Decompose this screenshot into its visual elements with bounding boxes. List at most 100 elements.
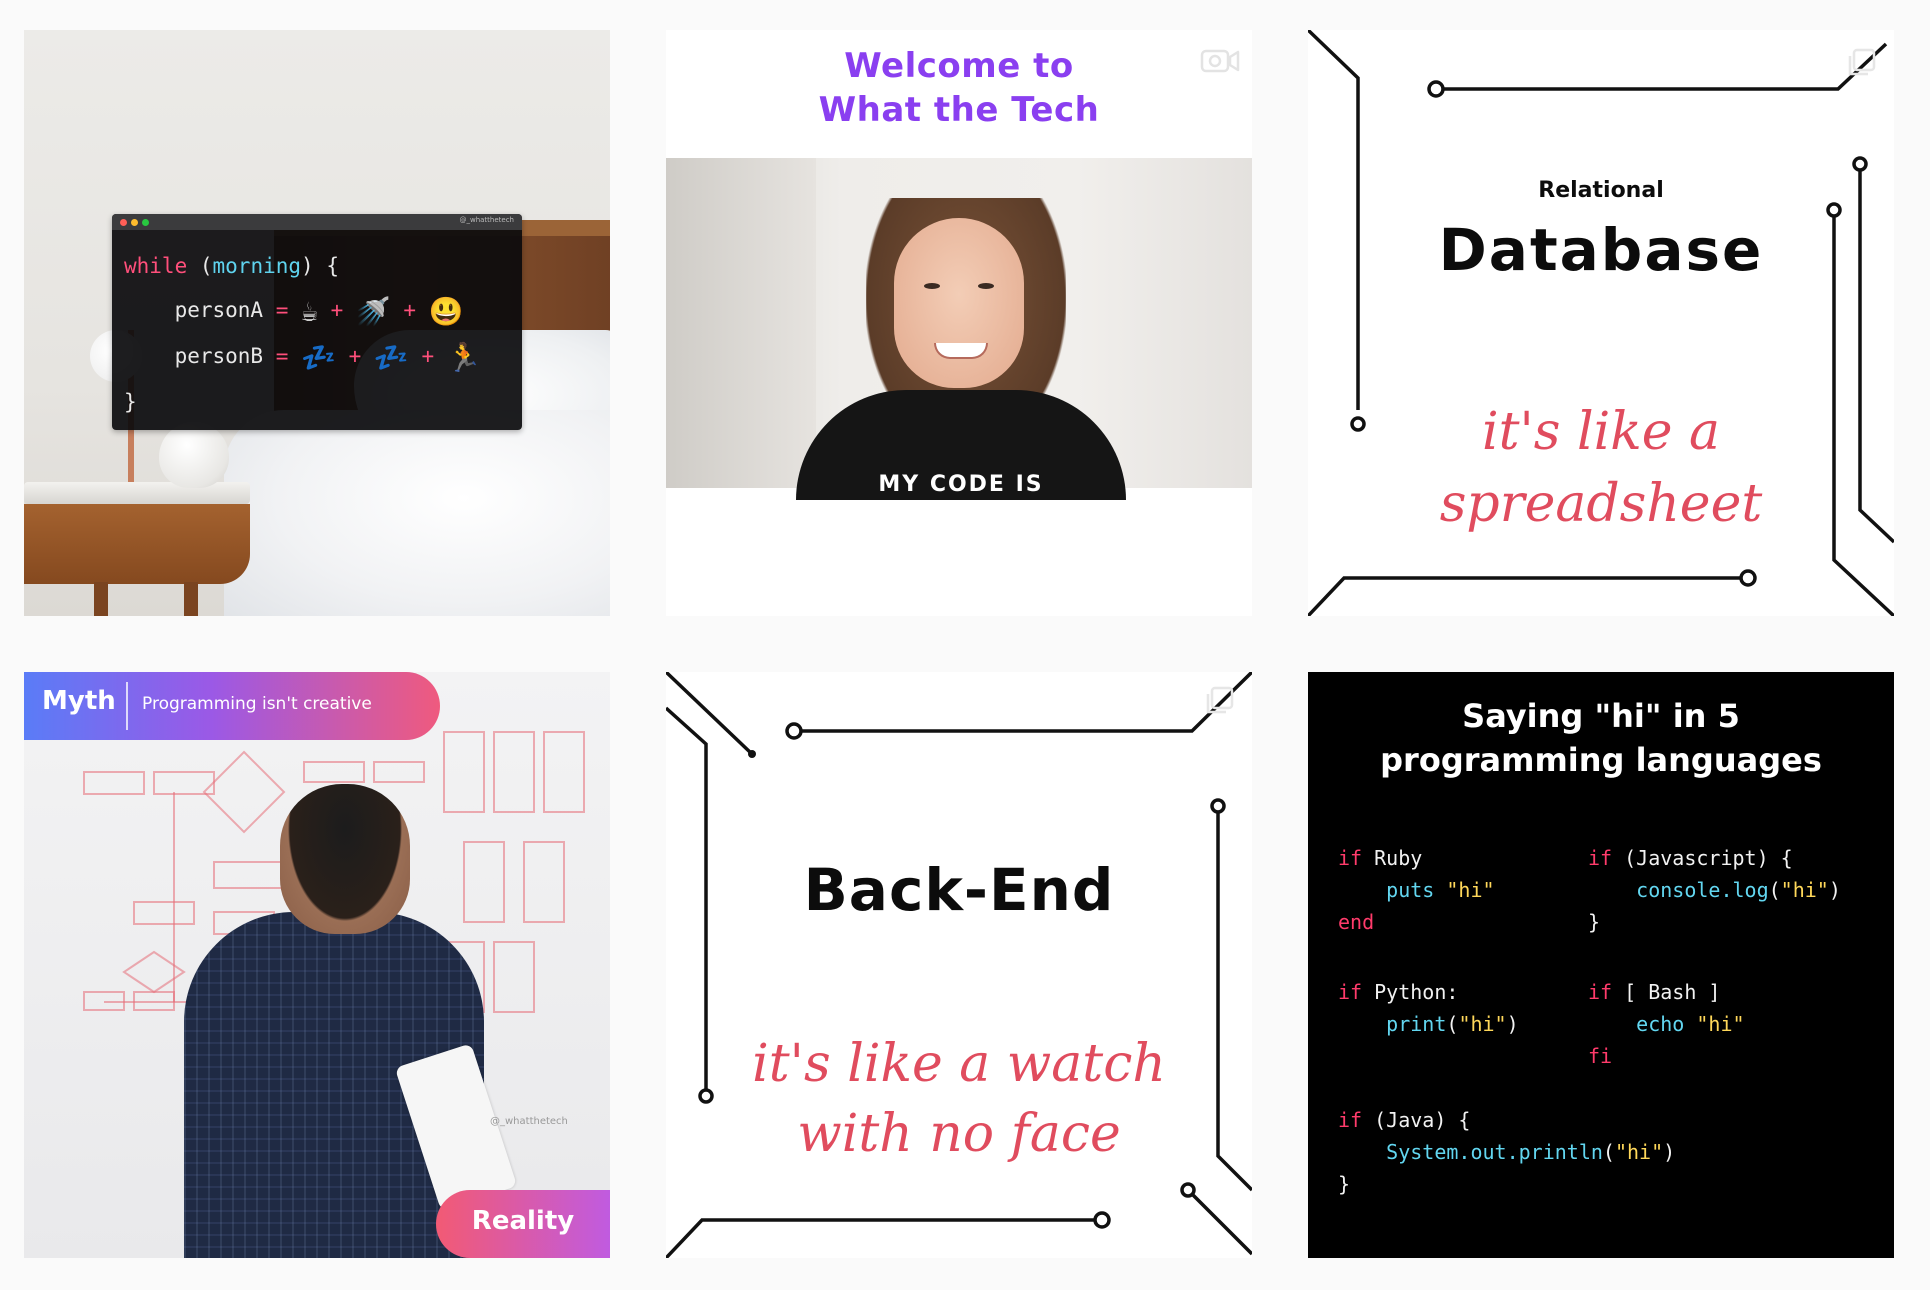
window-zoom-dot (142, 219, 149, 226)
code-paren: ) (1663, 1140, 1676, 1164)
multiple-images-icon (1206, 686, 1234, 714)
watermark: @_whatthetech (490, 1116, 568, 1127)
photo-nightstand (24, 504, 250, 584)
welcome-line-1: Welcome to (844, 46, 1074, 86)
tile-title: Database (1438, 216, 1764, 284)
code-person-b: personB (174, 344, 264, 368)
photo-nightstand-leg (184, 582, 198, 616)
code-method: print (1386, 1012, 1447, 1036)
code-brace: } (1588, 910, 1601, 934)
java-snippet: if (Java) { System.out.println("hi") } (1338, 1104, 1675, 1200)
photo-door (666, 158, 816, 488)
code-string: "hi" (1696, 1012, 1745, 1036)
sleep-icon: 💤 (373, 341, 409, 374)
code-equals: = (275, 298, 289, 322)
shower-icon: 🚿 (355, 295, 391, 328)
title-line-1: Saying "hi" in 5 (1462, 697, 1740, 735)
code-method: puts (1386, 878, 1435, 902)
code-keyword: if (1588, 846, 1613, 870)
code-paren: ) (1828, 878, 1841, 902)
post-tile-welcome-video[interactable]: Welcome to What the Tech MY CODE IS (666, 30, 1252, 616)
myth-statement: Programming isn't creative (142, 694, 372, 714)
code-brace: } (1338, 1172, 1351, 1196)
code-person-a: personA (174, 298, 264, 322)
ruby-snippet: if Ruby puts "hi" end (1338, 842, 1495, 938)
script-line-1: it's like a watch (752, 1034, 1166, 1094)
code-keyword: while (124, 254, 188, 278)
shirt-text: MY CODE IS (878, 472, 1044, 497)
window-close-dot (120, 219, 127, 226)
code-method: System.out.println (1386, 1140, 1603, 1164)
video-frame: MY CODE IS (666, 158, 1252, 500)
myth-label: Myth (42, 686, 116, 716)
multiple-images-icon (1848, 48, 1876, 76)
welcome-heading: Welcome to What the Tech (666, 44, 1252, 132)
myth-divider (126, 682, 128, 730)
coffee-icon: ☕ (301, 295, 318, 328)
code-close-brace: } (124, 390, 137, 414)
code-condition: [ Bash ] (1624, 980, 1721, 1004)
post-tile-saying-hi[interactable]: Saying "hi" in 5 programming languages i… (1308, 672, 1894, 1258)
code-condition: (Java) { (1374, 1108, 1471, 1132)
javascript-snippet: if (Javascript) { console.log("hi") } (1588, 842, 1841, 938)
circuit-frame (666, 672, 1252, 1258)
code-method: console.log (1636, 878, 1769, 902)
code-paren-close: ) { (301, 254, 339, 278)
photo-nightstand-leg (94, 582, 108, 616)
video-camera-icon (1200, 49, 1240, 73)
code-paren: ( (1768, 878, 1781, 902)
code-string: "hi" (1614, 1140, 1664, 1164)
window-minimize-dot (131, 219, 138, 226)
code-paren: ( (1602, 1140, 1615, 1164)
code-paren-open: ( (187, 254, 213, 278)
code-paren: ) (1506, 1012, 1519, 1036)
bash-snippet: if [ Bash ] echo "hi" fi (1588, 976, 1745, 1072)
tile-title: Saying "hi" in 5 programming languages (1308, 694, 1894, 782)
photo-vase (159, 422, 229, 488)
code-condition: Python: (1374, 980, 1459, 1004)
code-variable: morning (212, 254, 302, 278)
photo-bed (224, 410, 610, 616)
code-keyword: if (1338, 1108, 1363, 1132)
code-plus: + (348, 344, 362, 368)
runner-icon: 🏃 (446, 341, 482, 374)
welcome-line-2: What the Tech (818, 90, 1100, 130)
script-line-1: it's like a (1481, 402, 1721, 462)
code-keyword: end (1338, 910, 1375, 934)
script-line-2: spreadsheet (1439, 474, 1763, 534)
python-snippet: if Python: print("hi") (1338, 976, 1519, 1040)
code-equals: = (275, 344, 289, 368)
code-condition: (Javascript) { (1624, 846, 1793, 870)
code-window-titlebar: @_whatthetech (112, 214, 522, 230)
photo-eye (924, 283, 940, 289)
myth-banner: Myth Programming isn't creative (24, 672, 440, 740)
code-method: echo (1636, 1012, 1685, 1036)
title-line-2: programming languages (1380, 741, 1822, 779)
post-tile-while-morning[interactable]: @_whatthetech while (morning) { personA … (24, 30, 610, 616)
script-line-2: with no face (797, 1104, 1121, 1164)
photo-person-head (280, 784, 410, 934)
code-plus: + (403, 298, 417, 322)
photo-smile (934, 343, 988, 359)
code-block: while (morning) { personA = ☕ + 🚿 + 😃 pe… (124, 244, 482, 424)
code-condition: Ruby (1374, 846, 1423, 870)
code-keyword: if (1338, 980, 1363, 1004)
eyebrow-text: Relational (1538, 178, 1664, 203)
reality-banner: Reality (436, 1190, 610, 1258)
smiley-icon: 😃 (428, 295, 464, 328)
tile-title: Back-End (803, 856, 1115, 924)
post-tile-myth-reality[interactable]: @_whatthetech Myth Programming isn't cre… (24, 672, 610, 1258)
reality-label: Reality (471, 1206, 575, 1236)
code-paren: ( (1446, 1012, 1459, 1036)
photo-shirt: MY CODE IS (796, 390, 1126, 500)
code-string: "hi" (1458, 1012, 1507, 1036)
post-tile-relational-database[interactable]: Relational Database it's like a spreadsh… (1308, 30, 1894, 616)
photo-eye (978, 283, 994, 289)
post-tile-back-end[interactable]: Back-End it's like a watch with no face (666, 672, 1252, 1258)
photo-nightstand-top (24, 482, 250, 504)
sleep-icon: 💤 (301, 341, 336, 374)
code-keyword: fi (1588, 1044, 1613, 1068)
photo-face (894, 218, 1024, 388)
window-handle: @_whatthetech (459, 216, 514, 224)
code-plus: + (330, 298, 344, 322)
